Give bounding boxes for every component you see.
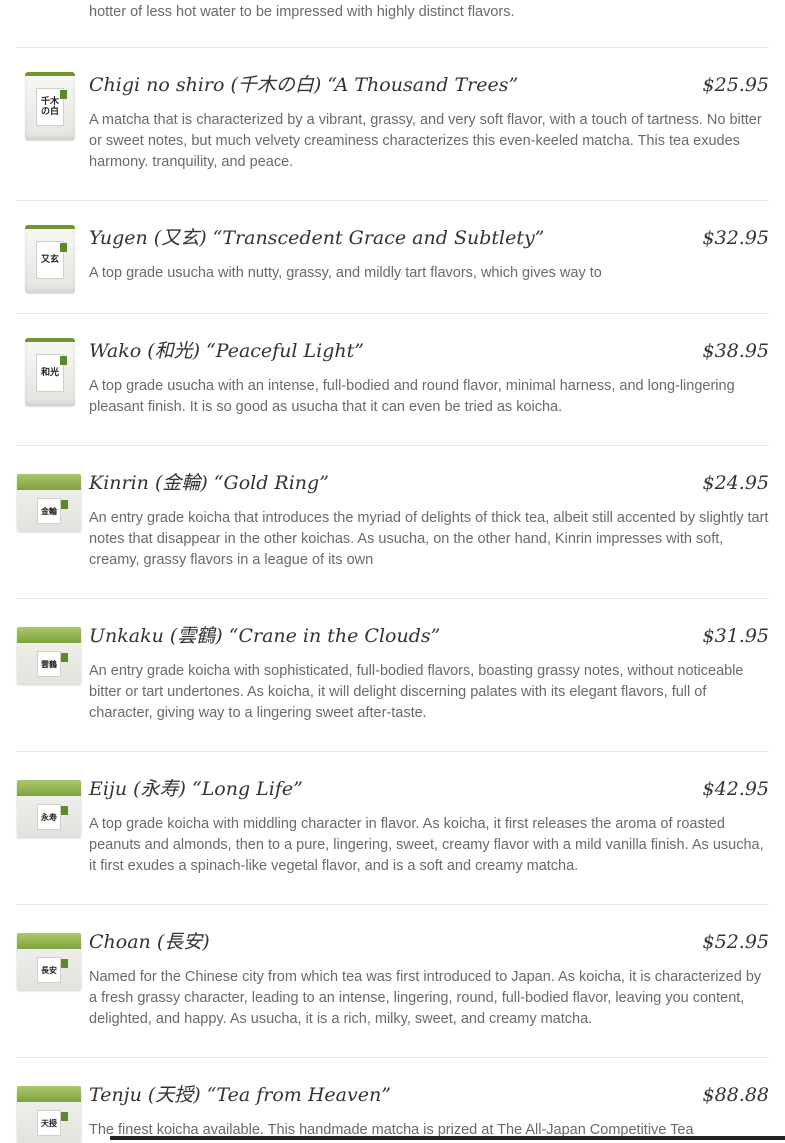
tin-label: 金輪 — [37, 498, 61, 524]
product-description: An entry grade koicha with sophisticated… — [89, 663, 744, 721]
tag-icon — [60, 243, 67, 252]
tin-lid — [17, 933, 81, 949]
divider — [17, 445, 769, 446]
tag-icon — [60, 90, 67, 99]
product-name[interactable]: Tenju (天授) “Tea from Heaven” — [89, 1082, 391, 1108]
product-price: $88.88 — [702, 1084, 769, 1106]
product-image[interactable]: 和光 — [25, 338, 75, 406]
divider — [17, 47, 769, 48]
product-description: A top grade usucha with nutty, grassy, a… — [89, 265, 602, 281]
product-name[interactable]: Eiju (永寿) “Long Life” — [89, 776, 303, 802]
divider — [17, 598, 769, 599]
divider — [17, 313, 769, 314]
product-description: A top grade usucha with an intense, full… — [89, 378, 735, 415]
tin-label: 永寿 — [37, 804, 61, 830]
intro-text: hotter of less hot water to be impressed… — [89, 4, 515, 20]
tin-lid — [17, 780, 81, 796]
product-description: Named for the Chinese city from which te… — [89, 969, 762, 1027]
product-price: $42.95 — [702, 778, 769, 800]
tag-icon — [61, 806, 68, 815]
product-description: A matcha that is characterized by a vibr… — [89, 112, 762, 170]
product-image[interactable]: 千木の白 — [25, 72, 75, 140]
product-name[interactable]: Choan (長安) — [89, 929, 210, 955]
tag-icon — [60, 356, 67, 365]
product-image[interactable]: 永寿 — [17, 780, 81, 837]
product-name[interactable]: Yugen (又玄) “Transcedent Grace and Subtle… — [89, 225, 544, 251]
product-name[interactable]: Chigi no shiro (千木の白) “A Thousand Trees” — [89, 72, 518, 98]
tag-icon — [61, 653, 68, 662]
tin-lid — [17, 1086, 81, 1102]
product-price: $52.95 — [702, 931, 769, 953]
tin-label: 雲鶴 — [37, 651, 61, 677]
divider — [17, 200, 769, 201]
product-price: $32.95 — [702, 227, 769, 249]
product-description: An entry grade koicha that introduces th… — [89, 510, 769, 568]
tin-lid — [17, 474, 81, 490]
divider — [17, 1057, 769, 1058]
product-price: $24.95 — [702, 472, 769, 494]
product-image[interactable]: 雲鶴 — [17, 627, 81, 684]
tin-label: 天授 — [37, 1110, 61, 1136]
product-image[interactable]: 天授 — [17, 1086, 81, 1143]
product-name[interactable]: Kinrin (金輪) “Gold Ring” — [89, 470, 329, 496]
product-name[interactable]: Wako (和光) “Peaceful Light” — [89, 338, 364, 364]
divider — [17, 904, 769, 905]
product-name[interactable]: Unkaku (雲鶴) “Crane in the Clouds” — [89, 623, 440, 649]
divider — [17, 751, 769, 752]
tag-icon — [61, 1112, 68, 1121]
product-price: $25.95 — [702, 74, 769, 96]
tag-icon — [61, 500, 68, 509]
product-image[interactable]: 長安 — [17, 933, 81, 990]
product-price: $31.95 — [702, 625, 769, 647]
product-description: A top grade koicha with middling charact… — [89, 816, 764, 874]
tag-icon — [61, 959, 68, 968]
tin-label: 長安 — [37, 957, 61, 983]
product-image[interactable]: 又玄 — [25, 225, 75, 293]
product-image[interactable]: 金輪 — [17, 474, 81, 531]
product-price: $38.95 — [702, 340, 769, 362]
tin-lid — [17, 627, 81, 643]
bottom-bar — [110, 1136, 785, 1140]
